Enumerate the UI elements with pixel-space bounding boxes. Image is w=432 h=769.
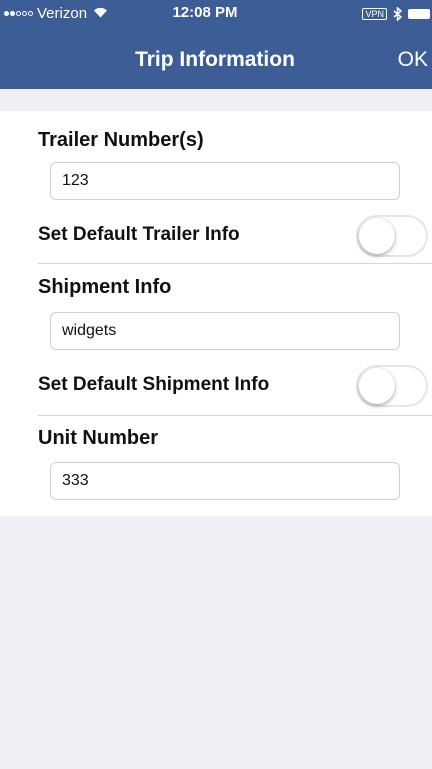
wifi-icon <box>93 6 108 21</box>
unit-number-label: Unit Number <box>38 427 158 449</box>
trip-form: Trailer Number(s) 123 Set Default Traile… <box>0 111 432 516</box>
status-right: VPN <box>362 6 430 22</box>
shipment-info-input[interactable]: widgets <box>50 312 400 350</box>
signal-dot <box>16 10 21 16</box>
status-left: Verizon <box>4 4 108 22</box>
toggle-knob <box>359 218 395 254</box>
signal-dot <box>10 10 15 16</box>
status-time: 12:08 PM <box>172 4 238 21</box>
separator <box>38 263 432 264</box>
battery-icon <box>408 9 430 19</box>
default-trailer-toggle[interactable] <box>356 215 428 257</box>
shipment-info-label: Shipment Info <box>38 276 172 298</box>
vpn-badge: VPN <box>362 8 387 20</box>
separator <box>38 415 432 416</box>
header-gap <box>0 89 432 111</box>
navigation-bar: Verizon 12:08 PM VPN Trip Information OK <box>0 0 432 89</box>
ok-button[interactable]: OK <box>398 47 428 73</box>
trailer-number-label: Trailer Number(s) <box>38 129 204 151</box>
bluetooth-icon <box>393 7 402 21</box>
trailer-number-input[interactable]: 123 <box>50 162 400 200</box>
carrier-name: Verizon <box>37 4 88 22</box>
trip-information-screen: Verizon 12:08 PM VPN Trip Information OK… <box>0 0 432 769</box>
signal-strength-icon <box>4 10 33 16</box>
empty-area <box>0 516 432 769</box>
default-trailer-label: Set Default Trailer Info <box>38 224 240 245</box>
default-shipment-label: Set Default Shipment Info <box>38 374 270 395</box>
page-title: Trip Information <box>135 48 295 71</box>
signal-dot <box>28 10 33 16</box>
status-bar: Verizon 12:08 PM VPN <box>0 0 432 28</box>
signal-dot <box>4 10 9 16</box>
unit-number-input[interactable]: 333 <box>50 462 400 500</box>
signal-dot <box>22 10 27 16</box>
toggle-knob <box>359 368 395 404</box>
default-shipment-toggle[interactable] <box>356 365 428 407</box>
